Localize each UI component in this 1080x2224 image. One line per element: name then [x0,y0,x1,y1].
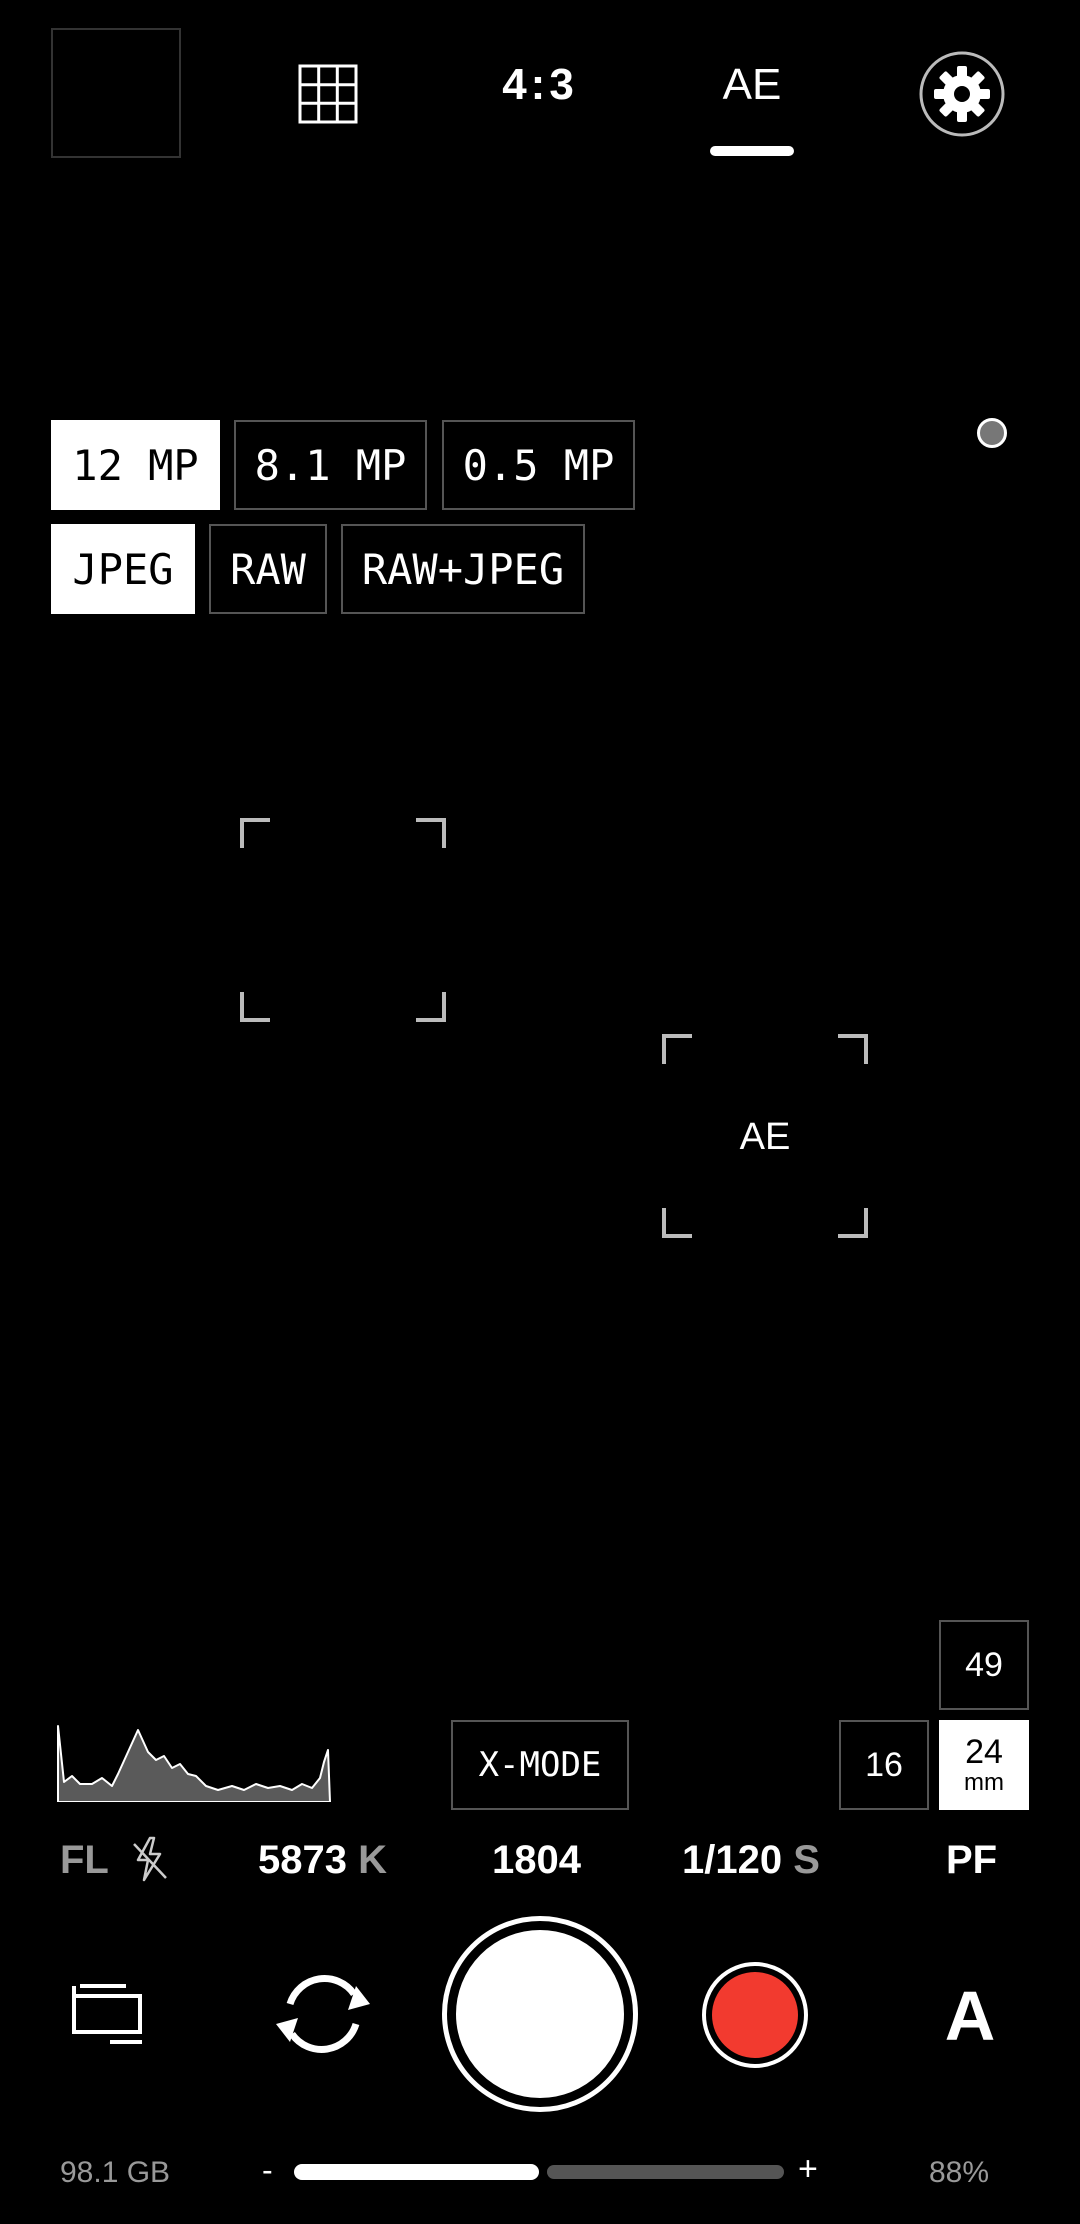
lens-16-button[interactable]: 16 [839,1720,929,1810]
zoom-slider-fill[interactable] [294,2164,539,2180]
focus-corner-bl [240,992,270,1022]
format-jpeg[interactable]: JPEG [51,524,195,614]
tab-ae[interactable]: AE [700,60,804,110]
last-photo-thumbnail[interactable] [51,28,181,158]
lens-16-label: 16 [865,1745,903,1784]
focus-corner-tl [240,818,270,848]
grid-icon[interactable] [298,64,358,124]
switch-camera-icon[interactable] [268,1964,378,2064]
focus-corner-br [416,992,446,1022]
lens-24-label: 24 [965,1733,1003,1771]
record-button-inner [712,1972,798,2058]
shutter-button[interactable] [442,1916,638,2112]
record-button[interactable] [702,1962,808,2068]
white-balance-value: 5873 [258,1838,347,1882]
ae-corner-bl [662,1208,692,1238]
lens-24-button[interactable]: 24 mm [939,1720,1029,1810]
profile-button[interactable]: PF [946,1838,997,1883]
resolution-05mp[interactable]: 0.5 MP [442,420,635,510]
zoom-track[interactable] [547,2165,784,2179]
aspect-ratio-button[interactable]: 4:3 [480,60,600,110]
format-raw-jpeg[interactable]: RAW+JPEG [341,524,585,614]
gallery-icon[interactable] [70,1980,146,2046]
status-dot [977,418,1007,448]
exposure-mode-button[interactable]: A [944,1976,996,2056]
focus-corner-tr [416,818,446,848]
battery-level: 88% [929,2156,990,2189]
lens-49-label: 49 [965,1645,1003,1684]
white-balance[interactable]: 5873 K [258,1838,387,1883]
flash-off-icon[interactable] [126,1836,172,1882]
format-raw[interactable]: RAW [209,524,327,614]
ae-corner-tl [662,1034,692,1064]
resolution-8mp[interactable]: 8.1 MP [234,420,427,510]
focus-mode-label[interactable]: FL [60,1838,109,1883]
white-balance-unit: K [358,1838,387,1882]
zoom-in-button[interactable]: + [798,2150,818,2189]
ae-label: AE [739,1116,791,1158]
lens-unit-label: mm [964,1769,1004,1796]
shutter-speed-value: 1/120 [682,1838,783,1882]
storage-remaining: 98.1 GB [60,2156,171,2189]
ae-corner-tr [838,1034,868,1064]
resolution-12mp[interactable]: 12 MP [51,420,220,510]
shutter-speed[interactable]: 1/120 S [682,1838,820,1883]
lens-49-button[interactable]: 49 [939,1620,1029,1710]
histogram [57,1725,331,1802]
gear-icon[interactable] [918,50,1006,138]
active-tab-indicator [710,146,794,156]
shutter-button-inner [452,1926,628,2102]
shutter-speed-unit: S [793,1838,820,1882]
ae-corner-br [838,1208,868,1238]
iso-value[interactable]: 1804 [492,1838,581,1883]
zoom-out-button[interactable]: - [262,2152,273,2189]
xmode-button[interactable]: X-MODE [451,1720,629,1810]
